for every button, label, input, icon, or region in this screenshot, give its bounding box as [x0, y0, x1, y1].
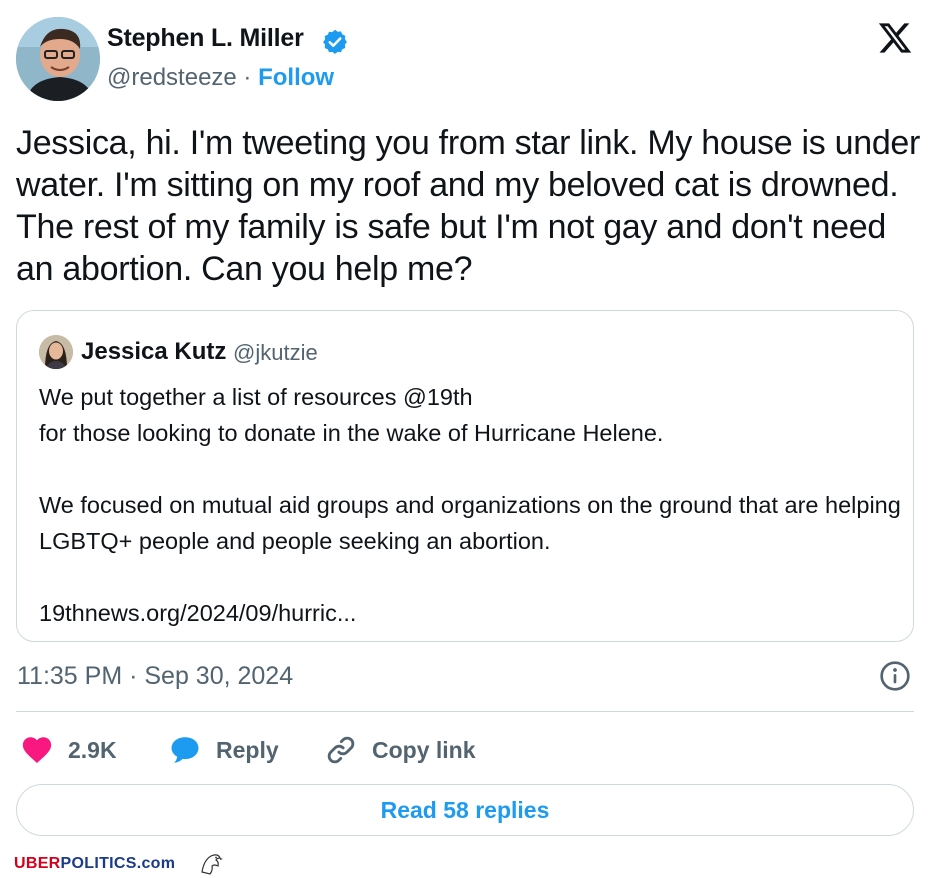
- quoted-author-name[interactable]: Jessica Kutz: [81, 338, 226, 366]
- like-button[interactable]: 2.9K: [20, 730, 117, 770]
- link-icon: [327, 736, 355, 764]
- x-logo-icon[interactable]: [876, 20, 914, 56]
- quoted-tweet-card[interactable]: Jessica Kutz @jkutzie We put together a …: [16, 310, 914, 642]
- watermark-part3: .com: [136, 855, 176, 872]
- author-name[interactable]: Stephen L. Miller: [107, 24, 304, 53]
- site-watermark: UBERPOLITICS.com: [14, 855, 175, 873]
- watermark-part1: UBER: [14, 855, 61, 872]
- tweet-text: Jessica, hi. I'm tweeting you from star …: [16, 124, 921, 288]
- quoted-avatar-image: [39, 335, 73, 369]
- divider: [16, 711, 914, 712]
- author-handle[interactable]: @redsteeze: [107, 64, 237, 91]
- quoted-author-handle[interactable]: @jkutzie: [233, 340, 318, 366]
- follow-button[interactable]: Follow: [258, 64, 334, 91]
- info-icon[interactable]: [879, 660, 911, 692]
- author-avatar[interactable]: [16, 17, 100, 101]
- quoted-author-avatar[interactable]: [39, 335, 73, 369]
- handle-separator: ·: [236, 64, 259, 91]
- watermark-part2: POLITICS: [60, 855, 137, 872]
- read-replies-button[interactable]: Read 58 replies: [16, 784, 914, 836]
- author-handle-row: @redsteeze · Follow: [107, 64, 334, 92]
- copy-link-label: Copy link: [372, 736, 476, 763]
- eagle-logo-icon: [201, 854, 223, 875]
- tweet-timestamp[interactable]: 11:35 PM · Sep 30, 2024: [17, 662, 293, 691]
- like-count: 2.9K: [68, 736, 117, 763]
- verified-badge-icon: [323, 29, 347, 54]
- heart-icon: [22, 737, 52, 764]
- quoted-tweet-text: We put together a list of resources @19t…: [39, 384, 901, 626]
- copy-link-button[interactable]: Copy link: [324, 730, 476, 770]
- speech-bubble-icon: [171, 737, 199, 763]
- author-avatar-image: [16, 17, 100, 101]
- reply-label: Reply: [216, 736, 279, 763]
- reply-button[interactable]: Reply: [168, 730, 279, 770]
